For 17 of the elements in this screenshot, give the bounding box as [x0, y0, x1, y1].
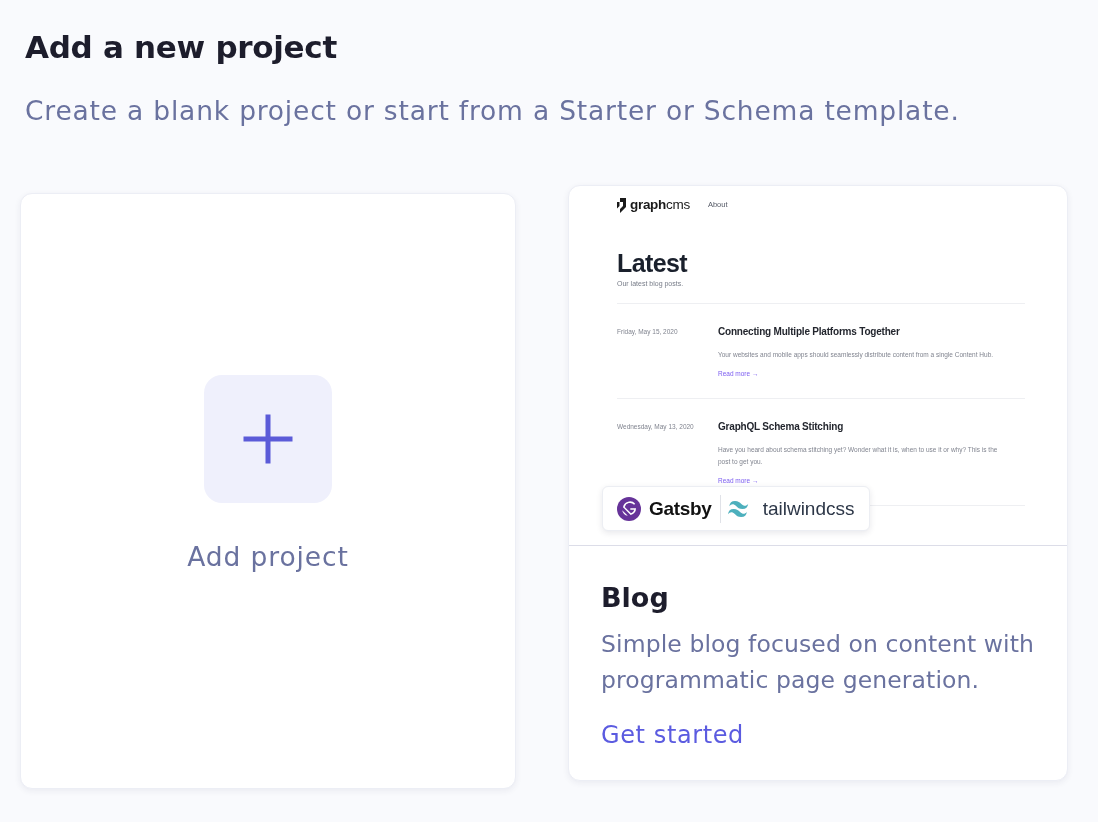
page-title: Add a new project	[25, 29, 337, 65]
page-subtitle: Create a blank project or start from a Starter or Schema template.	[25, 95, 960, 127]
add-project-card[interactable]: Add project	[20, 193, 516, 789]
template-description: Simple blog focused on content with programmatic page generation.	[601, 629, 1035, 696]
logo-wordmark: tailwindcss	[762, 496, 855, 521]
post-title: GraphQL Schema Stitching	[718, 421, 844, 433]
preview-heading: Latest	[617, 250, 688, 276]
add-project-label: Add project	[187, 540, 349, 574]
post-title: Connecting Multiple Platforms Together	[718, 326, 900, 338]
logo-icon	[617, 197, 627, 213]
logo-wordmark: graphcms	[630, 197, 690, 213]
template-title: Blog	[601, 581, 669, 615]
get-started-link[interactable]: Get started	[601, 719, 744, 751]
template-card[interactable]	[568, 185, 1068, 781]
plus-icon	[204, 375, 332, 503]
logo-wordmark: Gatsby	[649, 496, 712, 521]
circle-logo-icon	[617, 496, 641, 521]
